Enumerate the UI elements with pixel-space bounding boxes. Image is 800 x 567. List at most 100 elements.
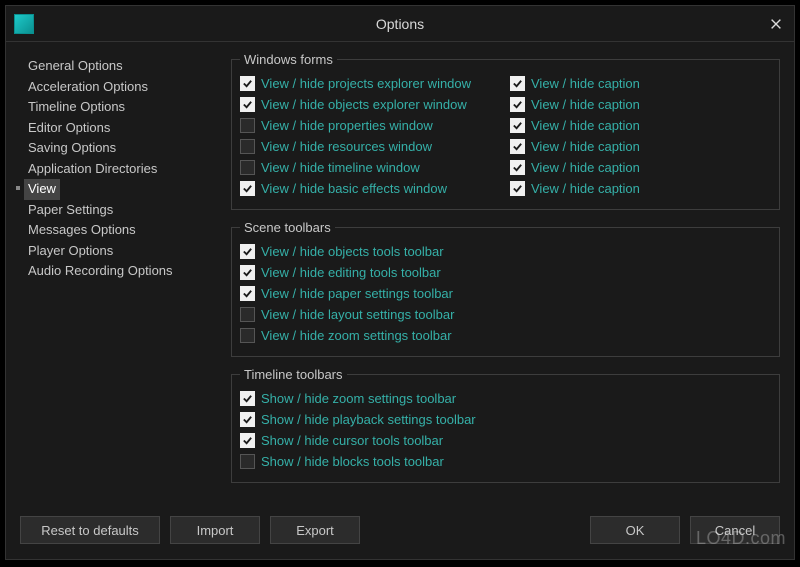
checkbox[interactable] [510, 118, 525, 133]
check-icon [242, 183, 253, 194]
sidebar-item[interactable]: General Options [24, 56, 223, 77]
checkbox-row: View / hide editing tools toolbar [240, 262, 771, 283]
checkbox-label[interactable]: View / hide editing tools toolbar [261, 265, 441, 280]
app-icon [14, 14, 34, 34]
checkbox-label[interactable]: View / hide caption [531, 118, 640, 133]
sidebar-item[interactable]: Paper Settings [24, 200, 223, 221]
titlebar: Options [6, 6, 794, 42]
check-icon [512, 120, 523, 131]
checkbox[interactable] [240, 139, 255, 154]
checkbox-row: View / hide caption [510, 136, 690, 157]
checkbox[interactable] [240, 391, 255, 406]
checkbox[interactable] [240, 286, 255, 301]
content-panel: Windows forms View / hide projects explo… [223, 52, 780, 511]
checkbox[interactable] [510, 76, 525, 91]
group-legend: Timeline toolbars [240, 367, 347, 382]
group-legend: Scene toolbars [240, 220, 335, 235]
checkbox[interactable] [510, 181, 525, 196]
checkbox[interactable] [240, 307, 255, 322]
group-windows-forms: Windows forms View / hide projects explo… [231, 52, 780, 210]
checkbox-row: Show / hide playback settings toolbar [240, 409, 771, 430]
checkbox-label[interactable]: View / hide paper settings toolbar [261, 286, 453, 301]
window-title: Options [6, 16, 794, 32]
checkbox[interactable] [240, 181, 255, 196]
sidebar-item[interactable]: Messages Options [24, 220, 223, 241]
group-legend: Windows forms [240, 52, 337, 67]
check-icon [242, 267, 253, 278]
checkbox-row: View / hide caption [510, 115, 690, 136]
checkbox-row: View / hide layout settings toolbar [240, 304, 771, 325]
sidebar-item[interactable]: Audio Recording Options [24, 261, 223, 282]
checkbox[interactable] [510, 160, 525, 175]
checkbox[interactable] [510, 97, 525, 112]
export-button[interactable]: Export [270, 516, 360, 544]
close-button[interactable] [758, 6, 794, 42]
checkbox[interactable] [240, 244, 255, 259]
checkbox[interactable] [240, 76, 255, 91]
checkbox-label[interactable]: View / hide basic effects window [261, 181, 447, 196]
checkbox-row: Show / hide blocks tools toolbar [240, 451, 771, 472]
checkbox-label[interactable]: View / hide projects explorer window [261, 76, 471, 91]
check-icon [242, 435, 253, 446]
checkbox-row: View / hide zoom settings toolbar [240, 325, 771, 346]
checkbox[interactable] [240, 433, 255, 448]
checkbox-row: Show / hide zoom settings toolbar [240, 388, 771, 409]
checkbox[interactable] [240, 265, 255, 280]
checkbox-label[interactable]: Show / hide blocks tools toolbar [261, 454, 444, 469]
checkbox-label[interactable]: View / hide caption [531, 181, 640, 196]
sidebar-item[interactable]: Timeline Options [24, 97, 223, 118]
checkbox-label[interactable]: Show / hide cursor tools toolbar [261, 433, 443, 448]
check-icon [512, 162, 523, 173]
group-timeline-toolbars: Timeline toolbars Show / hide zoom setti… [231, 367, 780, 483]
checkbox-label[interactable]: View / hide caption [531, 76, 640, 91]
sidebar-item[interactable]: Player Options [24, 241, 223, 262]
ok-button[interactable]: OK [590, 516, 680, 544]
checkbox-label[interactable]: View / hide properties window [261, 118, 433, 133]
check-icon [242, 393, 253, 404]
cancel-button[interactable]: Cancel [690, 516, 780, 544]
sidebar-item[interactable]: Application Directories [24, 159, 223, 180]
checkbox-label[interactable]: View / hide objects explorer window [261, 97, 467, 112]
check-icon [512, 141, 523, 152]
checkbox[interactable] [240, 328, 255, 343]
group-scene-toolbars: Scene toolbars View / hide objects tools… [231, 220, 780, 357]
checkbox-row: View / hide timeline window [240, 157, 510, 178]
checkbox-label[interactable]: View / hide objects tools toolbar [261, 244, 444, 259]
check-icon [512, 78, 523, 89]
sidebar-item[interactable]: Saving Options [24, 138, 223, 159]
checkbox-row: View / hide caption [510, 94, 690, 115]
checkbox-label[interactable]: View / hide zoom settings toolbar [261, 328, 452, 343]
checkbox-row: View / hide objects tools toolbar [240, 241, 771, 262]
checkbox-label[interactable]: View / hide caption [531, 139, 640, 154]
checkbox-row: View / hide paper settings toolbar [240, 283, 771, 304]
checkbox[interactable] [240, 412, 255, 427]
checkbox-row: View / hide caption [510, 157, 690, 178]
checkbox-label[interactable]: View / hide caption [531, 97, 640, 112]
checkbox-label[interactable]: Show / hide playback settings toolbar [261, 412, 476, 427]
dialog-body: General OptionsAcceleration OptionsTimel… [6, 42, 794, 511]
check-icon [242, 78, 253, 89]
sidebar-item[interactable]: Acceleration Options [24, 77, 223, 98]
checkbox-label[interactable]: View / hide caption [531, 160, 640, 175]
sidebar: General OptionsAcceleration OptionsTimel… [18, 52, 223, 511]
import-button[interactable]: Import [170, 516, 260, 544]
sidebar-item[interactable]: View [24, 179, 60, 200]
checkbox[interactable] [240, 454, 255, 469]
checkbox-row: View / hide properties window [240, 115, 510, 136]
checkbox-label[interactable]: View / hide timeline window [261, 160, 420, 175]
checkbox[interactable] [240, 160, 255, 175]
close-icon [769, 17, 783, 31]
check-icon [512, 99, 523, 110]
checkbox[interactable] [510, 139, 525, 154]
checkbox[interactable] [240, 118, 255, 133]
options-dialog: Options General OptionsAcceleration Opti… [5, 5, 795, 560]
checkbox-label[interactable]: View / hide resources window [261, 139, 432, 154]
sidebar-item[interactable]: Editor Options [24, 118, 223, 139]
checkbox[interactable] [240, 97, 255, 112]
reset-defaults-button[interactable]: Reset to defaults [20, 516, 160, 544]
checkbox-label[interactable]: View / hide layout settings toolbar [261, 307, 454, 322]
check-icon [242, 99, 253, 110]
checkbox-row: View / hide resources window [240, 136, 510, 157]
checkbox-label[interactable]: Show / hide zoom settings toolbar [261, 391, 456, 406]
check-icon [242, 246, 253, 257]
